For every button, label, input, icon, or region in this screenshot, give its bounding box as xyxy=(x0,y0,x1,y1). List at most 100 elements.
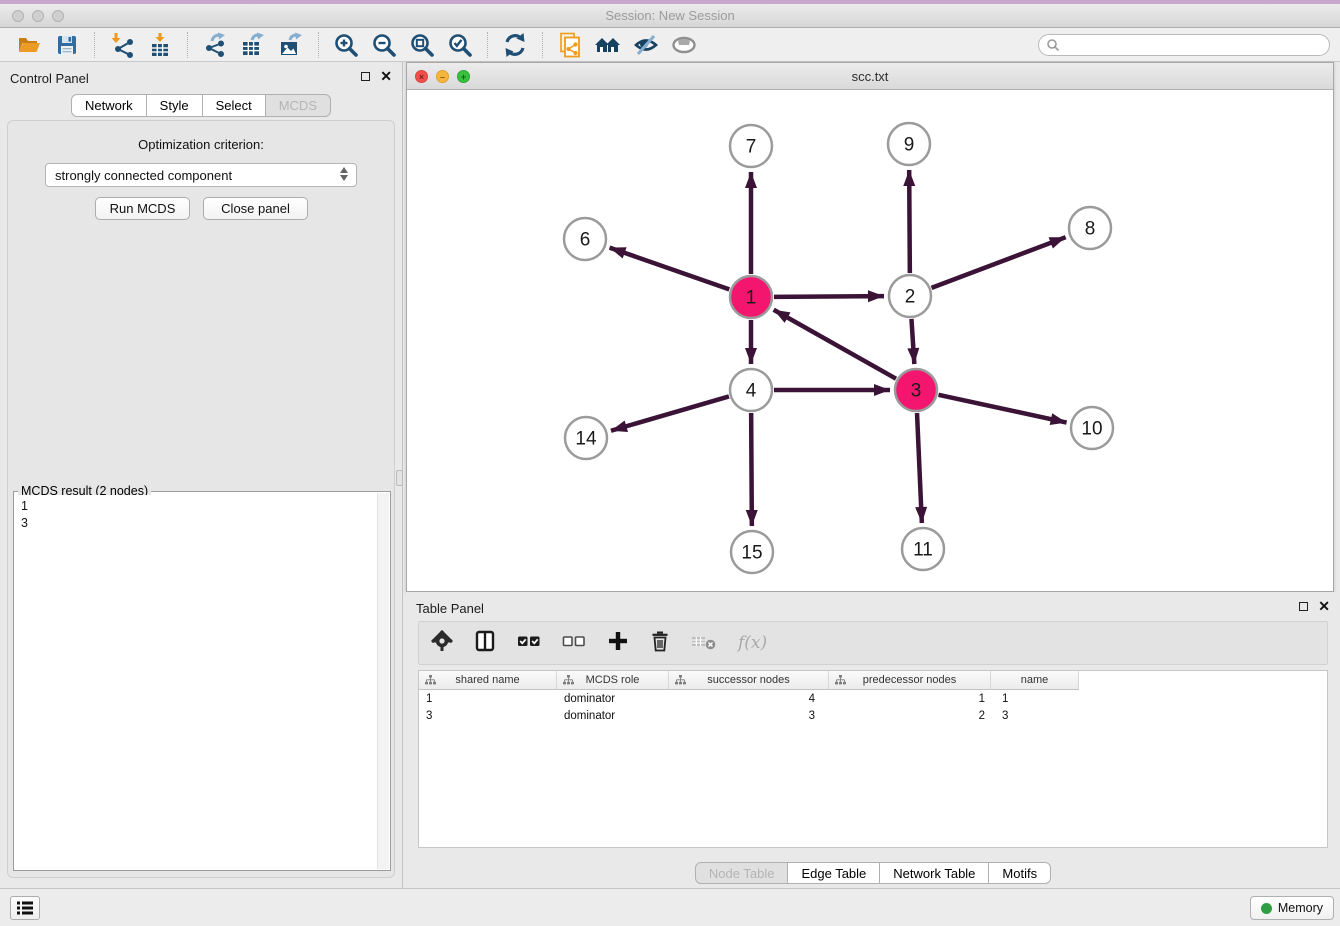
clone-network-icon[interactable] xyxy=(555,31,585,59)
cell-predecessor-nodes: 1 xyxy=(829,693,991,705)
hide-graphics-details-icon[interactable] xyxy=(631,31,661,59)
table-row[interactable]: 1 dominator 4 1 1 xyxy=(419,690,1327,707)
table-row[interactable]: 3 dominator 3 2 3 xyxy=(419,707,1327,724)
open-session-icon[interactable] xyxy=(14,31,44,59)
table-settings-icon[interactable] xyxy=(431,630,453,657)
export-table-icon[interactable] xyxy=(238,31,268,59)
zoom-fit-icon[interactable] xyxy=(407,31,437,59)
tab-motifs[interactable]: Motifs xyxy=(989,862,1051,884)
network-window-titlebar[interactable]: × – + scc.txt xyxy=(407,63,1333,90)
zoom-selected-icon[interactable] xyxy=(445,31,475,59)
table-panel: Table Panel ✕ xyxy=(406,592,1340,884)
show-graphics-details-icon[interactable] xyxy=(669,31,699,59)
save-session-icon[interactable] xyxy=(52,31,82,59)
memory-status-icon xyxy=(1261,903,1272,914)
result-line: 1 xyxy=(21,498,377,515)
memory-label: Memory xyxy=(1278,901,1323,915)
column-label: successor nodes xyxy=(707,674,790,686)
float-panel-icon[interactable] xyxy=(1299,602,1308,611)
select-all-icon[interactable] xyxy=(517,630,541,657)
graph-node-label: 6 xyxy=(580,230,591,251)
close-panel-button[interactable]: Close panel xyxy=(203,197,308,220)
column-header-predecessor-nodes[interactable]: predecessor nodes xyxy=(829,671,991,690)
column-label: name xyxy=(1021,674,1049,686)
result-line: 3 xyxy=(21,515,377,532)
network-view-window: × – + scc.txt 7968124314101511 xyxy=(406,62,1334,592)
tab-style[interactable]: Style xyxy=(147,94,203,117)
memory-button[interactable]: Memory xyxy=(1250,896,1334,920)
search-icon xyxy=(1046,38,1060,52)
graph-edge-4-15[interactable] xyxy=(751,413,752,526)
mcds-result-group: MCDS result (2 nodes) 1 3 xyxy=(13,491,391,871)
mcds-result-textarea[interactable]: 1 3 xyxy=(15,495,377,869)
cell-shared-name: 1 xyxy=(419,693,557,705)
tab-network[interactable]: Network xyxy=(71,94,147,117)
graph-edge-2-3[interactable] xyxy=(911,319,914,364)
graph-node-label: 7 xyxy=(746,137,757,158)
attribute-icon xyxy=(425,675,436,685)
export-image-icon[interactable] xyxy=(276,31,306,59)
column-header-successor-nodes[interactable]: successor nodes xyxy=(669,671,829,690)
update-network-icon[interactable] xyxy=(500,31,530,59)
import-table-icon[interactable] xyxy=(145,31,175,59)
graph-node-label: 9 xyxy=(904,135,915,156)
column-header-shared-name[interactable]: shared name xyxy=(419,671,557,690)
node-table: shared name MCDS role successor nodes pr… xyxy=(418,670,1328,848)
tab-mcds[interactable]: MCDS xyxy=(266,94,331,117)
graph-edge-3-1[interactable] xyxy=(774,310,896,379)
attribute-icon xyxy=(675,675,686,685)
graph-edge-4-14[interactable] xyxy=(611,396,729,430)
tab-edge-table[interactable]: Edge Table xyxy=(788,862,880,884)
export-network-icon[interactable] xyxy=(200,31,230,59)
column-label: shared name xyxy=(455,674,519,686)
first-neighbors-icon[interactable] xyxy=(593,31,623,59)
close-panel-icon[interactable]: ✕ xyxy=(1318,601,1330,611)
column-header-name[interactable]: name xyxy=(991,671,1079,690)
graph-node-label: 4 xyxy=(746,381,757,402)
column-label: predecessor nodes xyxy=(863,674,957,686)
column-header-mcds-role[interactable]: MCDS role xyxy=(557,671,669,690)
table-tabbar: Node Table Edge Table Network Table Moti… xyxy=(406,862,1340,884)
show-columns-icon[interactable] xyxy=(474,630,496,657)
session-title: Session: New Session xyxy=(0,8,1340,23)
status-bar: Memory xyxy=(0,888,1340,926)
graph-edge-3-10[interactable] xyxy=(938,395,1066,423)
toolbar-separator xyxy=(318,32,319,58)
cell-mcds-role: dominator xyxy=(557,710,669,722)
import-network-icon[interactable] xyxy=(107,31,137,59)
search-input[interactable] xyxy=(1038,34,1330,56)
graph-node-label: 1 xyxy=(746,288,757,309)
table-toolbar: f(x) xyxy=(418,621,1328,665)
toolbar-separator xyxy=(542,32,543,58)
graph-edge-1-2[interactable] xyxy=(774,296,884,297)
tab-network-table[interactable]: Network Table xyxy=(880,862,989,884)
zoom-in-icon[interactable] xyxy=(331,31,361,59)
tab-node-table[interactable]: Node Table xyxy=(695,862,789,884)
close-panel-icon[interactable]: ✕ xyxy=(380,71,392,81)
run-mcds-button[interactable]: Run MCDS xyxy=(95,197,190,220)
table-header-row: shared name MCDS role successor nodes pr… xyxy=(419,671,1327,690)
tab-select[interactable]: Select xyxy=(203,94,266,117)
mcds-panel: Optimization criterion: strongly connect… xyxy=(7,120,395,878)
result-scrollbar[interactable] xyxy=(377,493,389,869)
optimization-criterion-label: Optimization criterion: xyxy=(8,137,394,152)
criterion-select[interactable]: strongly connected component xyxy=(45,163,357,187)
task-history-button[interactable] xyxy=(10,896,40,920)
graph-edge-3-11[interactable] xyxy=(917,413,922,523)
graph-edge-2-9[interactable] xyxy=(909,170,910,273)
cell-mcds-role: dominator xyxy=(557,693,669,705)
deselect-all-icon[interactable] xyxy=(562,630,586,657)
graph-edge-2-8[interactable] xyxy=(932,237,1066,288)
zoom-out-icon[interactable] xyxy=(369,31,399,59)
float-panel-icon[interactable] xyxy=(361,72,370,81)
main-titlebar: Session: New Session xyxy=(0,4,1340,28)
network-canvas[interactable]: 7968124314101511 xyxy=(407,90,1333,591)
graph-edge-1-6[interactable] xyxy=(610,248,730,290)
add-column-icon[interactable] xyxy=(607,630,629,657)
column-label: MCDS role xyxy=(586,674,640,686)
graph-node-label: 8 xyxy=(1085,219,1096,240)
panel-splitter[interactable] xyxy=(396,470,403,486)
cell-successor-nodes: 3 xyxy=(669,710,829,722)
attribute-icon xyxy=(835,675,846,685)
delete-column-icon[interactable] xyxy=(650,630,670,657)
